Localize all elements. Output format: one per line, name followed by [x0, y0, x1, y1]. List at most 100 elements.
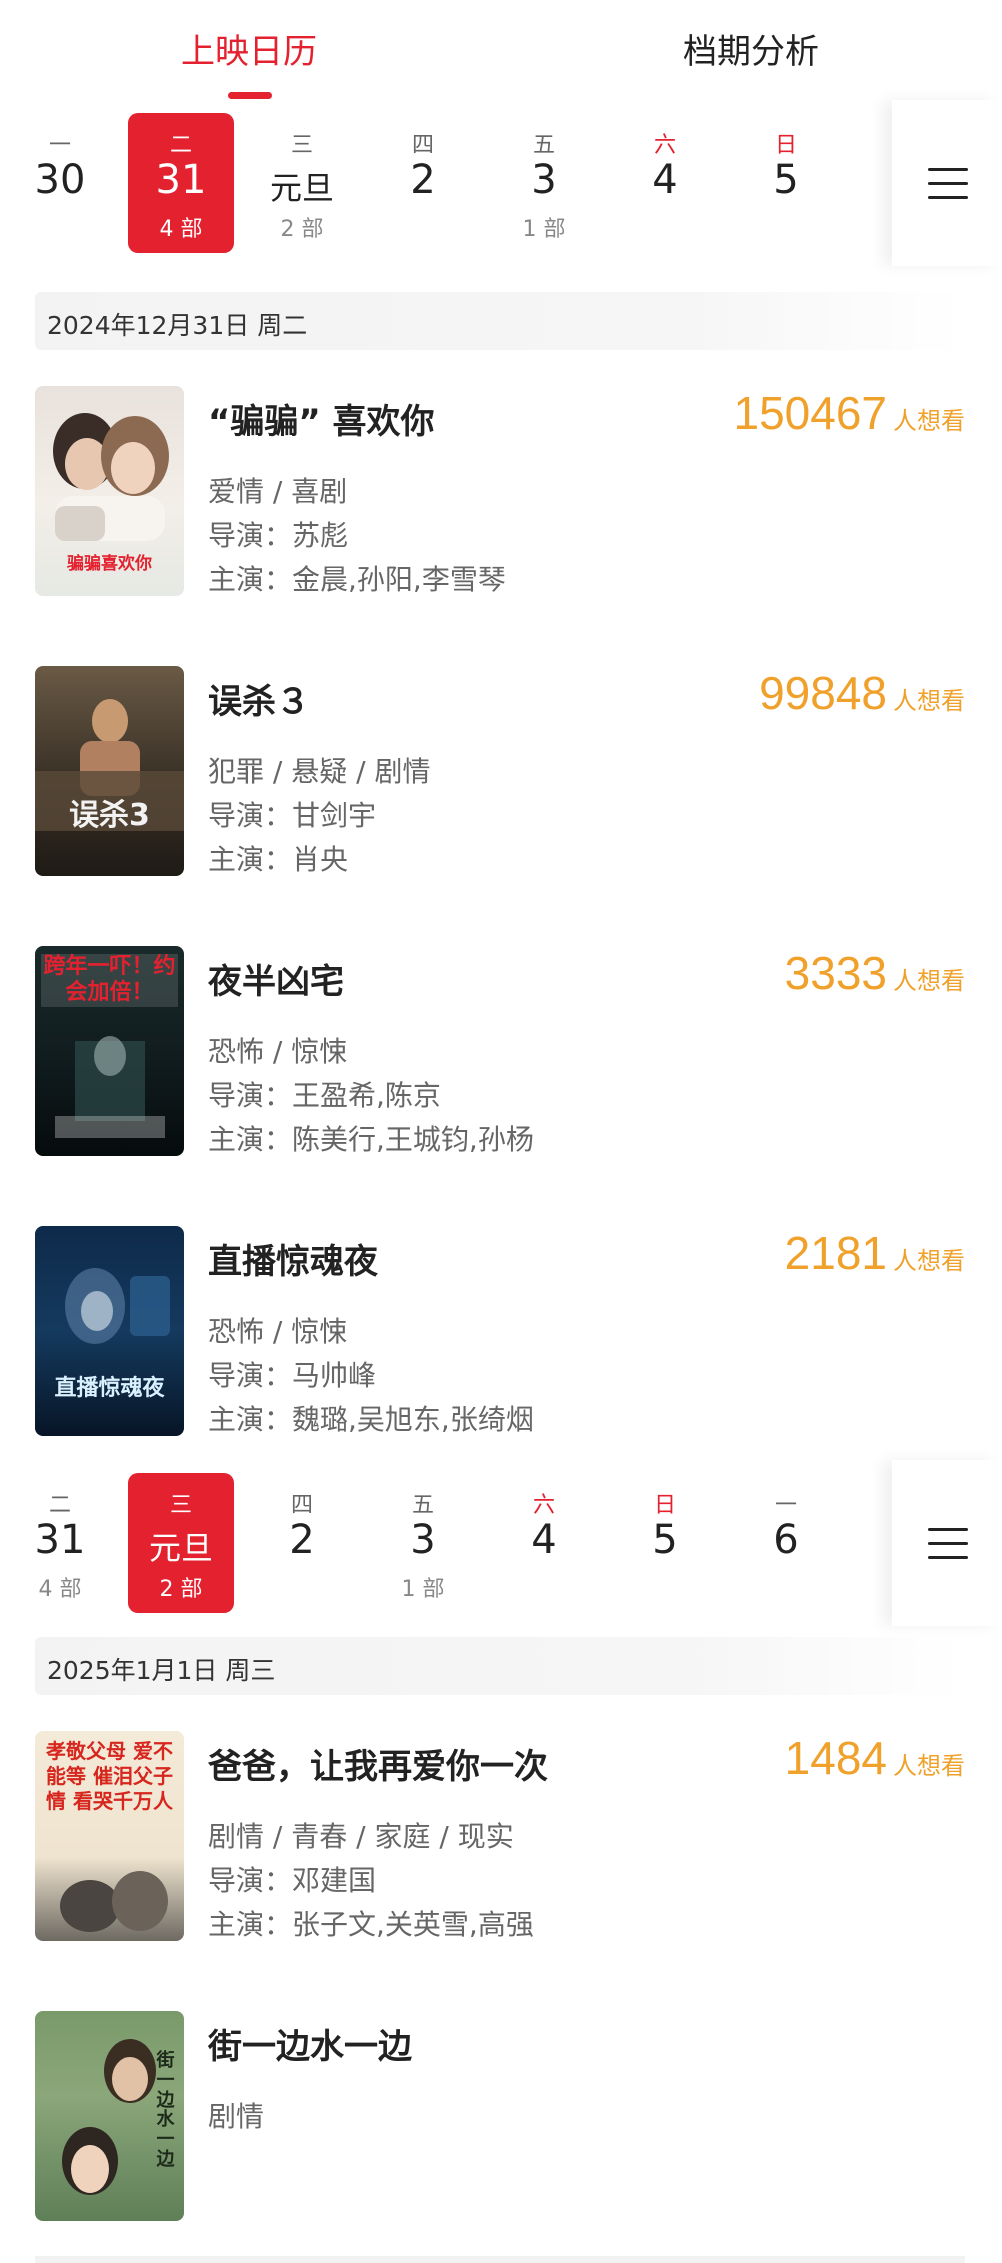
director-name: 苏彪 [292, 519, 349, 552]
hamburger-menu-icon [928, 1528, 968, 1560]
day-number: 元旦 [148, 1529, 213, 1567]
day-number: 3 [410, 1517, 436, 1563]
movie-title[interactable]: 直播惊魂夜 [208, 1234, 378, 1283]
day-new-year[interactable]: 三 元旦 2 部 [249, 113, 355, 253]
cast-label: 主演： [208, 843, 293, 876]
movie-card[interactable]: 误杀3 误杀３ 99848 人想看 犯罪 / 悬疑 / 剧情 导演：甘剑宇 主演：… [35, 666, 965, 878]
movie-poster[interactable]: 孝敬父母 爱不能等 催泪父子情 看哭千万人 [35, 1731, 184, 1941]
active-tab-indicator [228, 92, 272, 99]
want-count: 1484 [784, 1732, 887, 1784]
weekday-label: 一 [48, 133, 71, 158]
day-4[interactable]: 六 4 [491, 1473, 597, 1613]
weekday-label: 日 [774, 133, 797, 158]
movie-genre: 剧情 / 青春 / 家庭 / 现实 [208, 1820, 514, 1853]
weekday-label: 三 [169, 1493, 192, 1518]
release-count: 4 部 [159, 217, 203, 242]
cast-names: 肖央 [292, 843, 349, 876]
poster-title: 骗骗喜欢你 [67, 554, 152, 574]
poster-title: 误杀3 [69, 798, 150, 833]
day-number: 3 [531, 157, 557, 203]
day-5[interactable]: 日 5 [612, 1473, 718, 1613]
want-to-see: 2181 人想看 [785, 1226, 965, 1280]
movie-director: 导演：王盈希,陈京 [208, 1074, 441, 1114]
day-3[interactable]: 五 3 1 部 [491, 113, 597, 253]
day-number: 元旦 [269, 169, 334, 207]
cast-label: 主演： [208, 1908, 293, 1941]
day-number: 30 [34, 157, 86, 203]
movie-title[interactable]: “骗骗” 喜欢你 [208, 394, 435, 443]
weekday-label: 六 [653, 133, 676, 158]
cast-label: 主演： [208, 1403, 293, 1436]
movie-cast: 主演：肖央 [208, 838, 348, 878]
director-label: 导演： [208, 519, 293, 552]
director-name: 马帅峰 [292, 1359, 377, 1392]
day-31[interactable]: 二 31 4 部 [7, 1473, 113, 1613]
calendar-menu-button[interactable] [892, 1460, 1002, 1626]
movie-poster[interactable]: 直播惊魂夜 [35, 1226, 184, 1436]
movie-poster[interactable]: 误杀3 [35, 666, 184, 876]
day-number: 4 [652, 157, 678, 203]
date-section-header: 2024年12月31日 周二 [35, 292, 965, 350]
movie-genre: 犯罪 / 悬疑 / 剧情 [208, 755, 431, 788]
day-number: 2 [410, 157, 436, 203]
tab-release-calendar[interactable]: 上映日历 [181, 24, 317, 73]
cast-label: 主演： [208, 563, 293, 596]
want-to-see: 150467 人想看 [734, 386, 966, 440]
movie-card[interactable]: 跨年一吓！约会加倍！ 夜半凶宅 3333 人想看 恐怖 / 惊悚 导演：王盈希,陈… [35, 946, 965, 1158]
poster-title: 直播惊魂夜 [54, 1376, 165, 1401]
date-strip-1: 一 30 二 31 4 部 三 元旦 2 部 四 2 五 3 1 部 六 4 日… [0, 100, 1002, 266]
movie-card[interactable]: 骗骗喜欢你 “骗骗” 喜欢你 150467 人想看 爱情 / 喜剧 导演：苏彪 主… [35, 386, 965, 598]
director-name: 王盈希,陈京 [292, 1079, 441, 1112]
day-2[interactable]: 四 2 [370, 113, 476, 253]
movie-director: 导演：马帅峰 [208, 1354, 376, 1394]
day-30[interactable]: 一 30 [7, 113, 113, 253]
calendar-menu-button[interactable] [892, 100, 1002, 266]
movie-title[interactable]: 爸爸，让我再爱你一次 [208, 1739, 548, 1788]
weekday-label: 二 [169, 133, 192, 158]
movie-director: 导演：邓建国 [208, 1859, 376, 1899]
release-count: 2 部 [159, 1577, 203, 1602]
movie-title[interactable]: 街一边水一边 [208, 2019, 412, 2068]
director-label: 导演： [208, 799, 293, 832]
day-3[interactable]: 五 3 1 部 [370, 1473, 476, 1613]
movie-poster[interactable]: 跨年一吓！约会加倍！ [35, 946, 184, 1156]
day-6[interactable]: 一 6 [733, 1473, 839, 1613]
day-number: 4 [531, 1517, 557, 1563]
hamburger-menu-icon [928, 168, 968, 200]
want-unit: 人想看 [893, 967, 965, 995]
day-number: 5 [773, 157, 799, 203]
want-count: 150467 [733, 387, 888, 439]
weekday-label: 日 [653, 1493, 676, 1518]
release-count: 1 部 [401, 1577, 445, 1602]
want-unit: 人想看 [893, 687, 965, 715]
release-count: 1 部 [522, 217, 566, 242]
day-4[interactable]: 六 4 [612, 113, 718, 253]
day-new-year-selected[interactable]: 三 元旦 2 部 [128, 1473, 234, 1613]
movie-director: 导演：苏彪 [208, 514, 348, 554]
day-number: 31 [34, 1517, 86, 1563]
movie-card[interactable]: 直播惊魂夜 直播惊魂夜 2181 人想看 恐怖 / 惊悚 导演：马帅峰 主演：魏璐… [35, 1226, 965, 1438]
day-5[interactable]: 日 5 [733, 113, 839, 253]
movie-title[interactable]: 误杀３ [208, 674, 310, 723]
top-tab-bar: 上映日历 档期分析 [0, 0, 1002, 101]
movie-title[interactable]: 夜半凶宅 [208, 954, 344, 1003]
want-unit: 人想看 [893, 1752, 965, 1780]
director-label: 导演： [208, 1864, 293, 1897]
want-count: 99848 [759, 667, 887, 719]
movie-poster[interactable]: 街一边水一边 [35, 2011, 184, 2221]
poster-title: 街一边水一边 [156, 2050, 175, 2170]
day-2[interactable]: 四 2 [249, 1473, 355, 1613]
movie-genre: 恐怖 / 惊悚 [208, 1035, 348, 1068]
day-31-selected[interactable]: 二 31 4 部 [128, 113, 234, 253]
movie-genre: 剧情 [208, 2100, 265, 2133]
movie-genre: 爱情 / 喜剧 [208, 475, 348, 508]
movie-card[interactable]: 孝敬父母 爱不能等 催泪父子情 看哭千万人 爸爸，让我再爱你一次 1484 人想看… [35, 1731, 965, 1943]
cast-names: 张子文,关英雪,高强 [292, 1908, 534, 1941]
tab-schedule-analysis[interactable]: 档期分析 [683, 24, 819, 73]
weekday-label: 一 [774, 1493, 797, 1518]
release-count: 2 部 [280, 217, 324, 242]
movie-poster[interactable]: 骗骗喜欢你 [35, 386, 184, 596]
want-count: 3333 [784, 947, 887, 999]
movie-card[interactable]: 街一边水一边 街一边水一边 剧情 [35, 2011, 965, 2223]
day-number: 6 [773, 1517, 799, 1563]
